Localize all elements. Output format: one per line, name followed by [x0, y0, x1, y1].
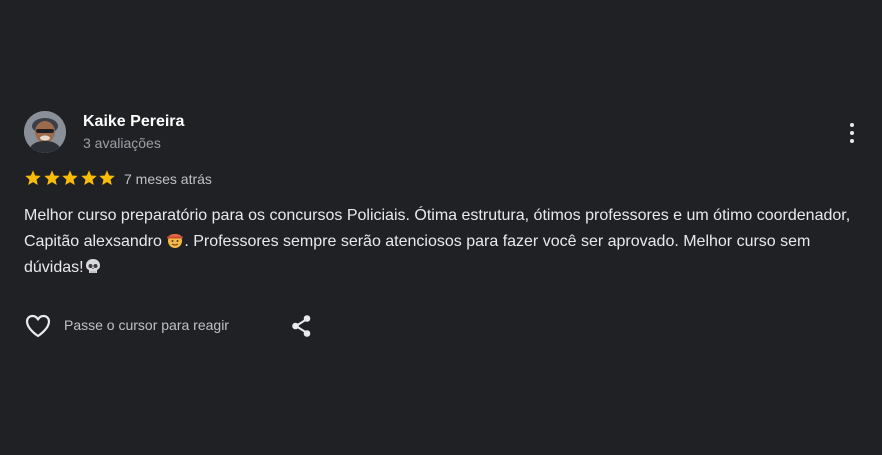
heart-outline-icon	[25, 314, 51, 338]
menu-dot	[850, 131, 854, 135]
react-button[interactable]	[24, 313, 52, 339]
reviewer-name[interactable]: Kaike Pereira	[83, 113, 184, 131]
more-vertical-icon	[850, 123, 854, 127]
share-button[interactable]	[289, 313, 315, 339]
star-rating	[24, 169, 117, 189]
skull-icon	[85, 259, 100, 273]
share-icon	[292, 315, 311, 337]
star-icon	[25, 170, 41, 186]
react-hint-label: Passe o cursor para reagir	[64, 317, 229, 333]
more-options-button[interactable]	[842, 121, 862, 145]
star-icon	[99, 170, 115, 186]
star-icon	[62, 170, 78, 186]
review-text: Melhor curso preparatório para os concur…	[24, 203, 874, 281]
star-icon	[43, 170, 60, 186]
face-with-cowboy-hat-icon	[167, 234, 184, 248]
review-time: 7 meses atrás	[124, 171, 212, 187]
avatar-photo	[24, 111, 66, 153]
avatar[interactable]	[24, 111, 66, 153]
menu-dot	[850, 139, 854, 143]
reviewer-review-count[interactable]: 3 avaliações	[83, 135, 161, 151]
review-card: Kaike Pereira 3 avaliações 7 meses atrás…	[0, 0, 882, 455]
star-icon	[80, 170, 97, 186]
